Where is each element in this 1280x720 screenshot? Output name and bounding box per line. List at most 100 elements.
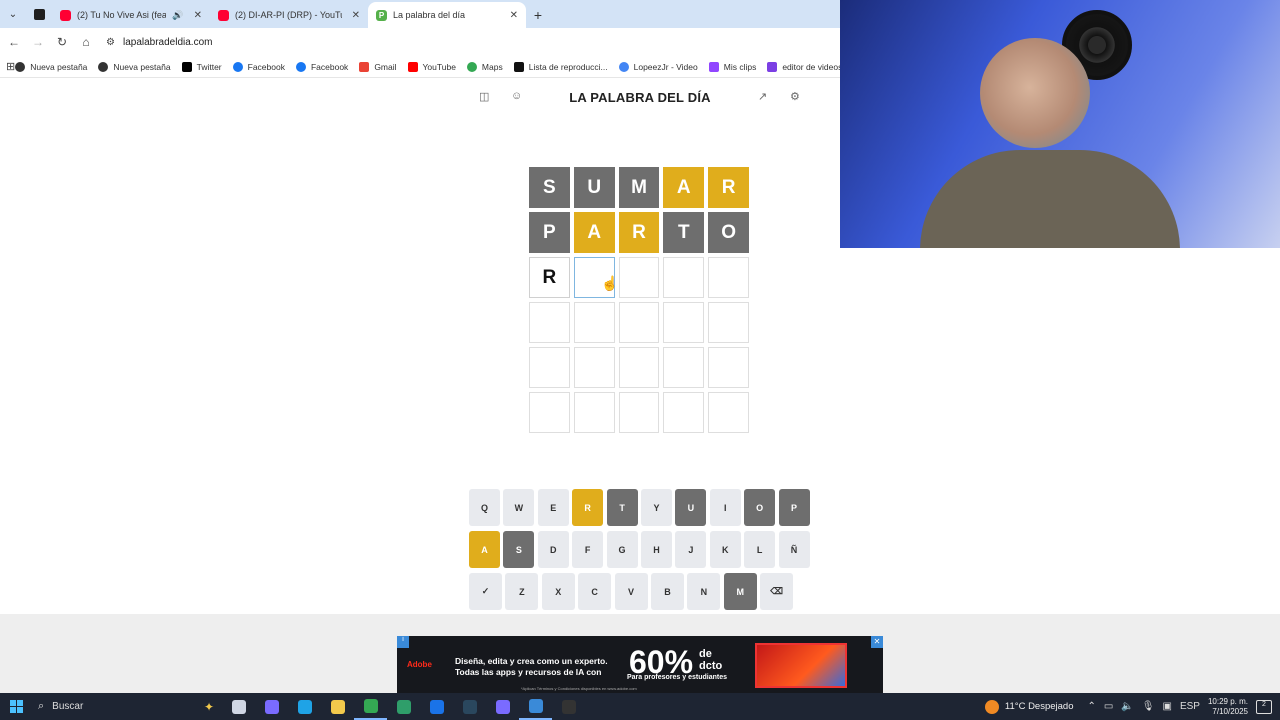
- board-tile[interactable]: M: [618, 167, 660, 208]
- board-tile[interactable]: A: [663, 167, 705, 208]
- board-tile[interactable]: [573, 347, 615, 388]
- board-tile[interactable]: T: [663, 212, 705, 253]
- bookmark-item[interactable]: YouTube: [407, 61, 456, 72]
- settings-icon[interactable]: ⚙: [790, 90, 800, 103]
- board-tile[interactable]: A: [573, 212, 615, 253]
- board-tile[interactable]: [663, 347, 705, 388]
- chrome-icon[interactable]: [354, 693, 387, 720]
- key-p[interactable]: P: [778, 489, 810, 526]
- backspace-key[interactable]: ⌫: [760, 573, 794, 610]
- board-tile[interactable]: [573, 302, 615, 343]
- copilot-icon[interactable]: [255, 693, 288, 720]
- start-button[interactable]: [0, 693, 32, 720]
- adobe-ad-banner[interactable]: i ✕ Adobe Diseña, edita y crea como un e…: [397, 636, 883, 693]
- bookmark-item[interactable]: Mis clips: [708, 61, 756, 72]
- bookmark-item[interactable]: Lista de reproducci...: [513, 61, 608, 72]
- key-k[interactable]: K: [709, 531, 741, 568]
- board-tile[interactable]: [573, 392, 615, 433]
- ad-close-icon[interactable]: ✕: [871, 636, 883, 648]
- steam-icon[interactable]: [453, 693, 486, 720]
- board-tile[interactable]: S: [529, 167, 570, 208]
- store-icon[interactable]: [387, 693, 420, 720]
- board-tile[interactable]: R: [708, 167, 749, 208]
- new-tab-button[interactable]: +: [526, 2, 550, 28]
- close-tab-icon[interactable]: ✕: [510, 10, 518, 21]
- bookmark-item[interactable]: Gmail: [359, 61, 397, 72]
- apps-grid-icon[interactable]: ⊞: [6, 60, 15, 73]
- board-tile[interactable]: [618, 347, 660, 388]
- close-tab-icon[interactable]: ✕: [352, 10, 360, 21]
- battery-icon[interactable]: ▭: [1104, 701, 1113, 712]
- board-tile[interactable]: [708, 302, 749, 343]
- key-l[interactable]: L: [744, 531, 776, 568]
- tab-search-icon[interactable]: ⌄: [0, 0, 26, 28]
- ad-info-icon[interactable]: i: [397, 636, 409, 648]
- board-tile[interactable]: [663, 392, 705, 433]
- key-t[interactable]: T: [606, 489, 638, 526]
- board-tile[interactable]: [708, 347, 749, 388]
- key-e[interactable]: E: [537, 489, 569, 526]
- key-y[interactable]: Y: [640, 489, 672, 526]
- taskbar-search[interactable]: ⌕ Buscar ✦: [32, 693, 222, 720]
- key-i[interactable]: I: [709, 489, 741, 526]
- microphone-icon[interactable]: 🎙: [1142, 701, 1155, 712]
- board-tile[interactable]: [618, 302, 660, 343]
- key-q[interactable]: Q: [469, 489, 500, 526]
- board-tile[interactable]: [529, 302, 570, 343]
- board-tile[interactable]: P: [529, 212, 570, 253]
- key-r[interactable]: R: [572, 489, 604, 526]
- volume-icon[interactable]: 🔈: [1121, 701, 1133, 712]
- board-tile[interactable]: O: [708, 212, 749, 253]
- key-c[interactable]: C: [578, 573, 612, 610]
- board-tile[interactable]: U: [573, 167, 615, 208]
- forward-button[interactable]: →: [26, 30, 50, 54]
- pinned-tab-icon[interactable]: [26, 0, 52, 28]
- bookmark-item[interactable]: Nueva pestaña: [98, 61, 171, 72]
- discord-icon[interactable]: [486, 693, 519, 720]
- bookmark-item[interactable]: Maps: [466, 61, 503, 72]
- notifications-icon[interactable]: 2: [1256, 699, 1272, 714]
- key-w[interactable]: W: [503, 489, 535, 526]
- file-explorer-icon[interactable]: [321, 693, 354, 720]
- key-o[interactable]: O: [744, 489, 776, 526]
- board-tile[interactable]: [708, 257, 749, 298]
- key-x[interactable]: X: [541, 573, 575, 610]
- site-info-icon[interactable]: ⚙: [106, 37, 115, 48]
- bookmark-item[interactable]: Facebook: [232, 61, 285, 72]
- home-button[interactable]: ⌂: [74, 30, 98, 54]
- key-n[interactable]: N: [687, 573, 721, 610]
- bookmark-item[interactable]: LopeezJr - Video: [618, 61, 698, 72]
- close-tab-icon[interactable]: ✕: [194, 10, 202, 21]
- back-button[interactable]: ←: [2, 30, 26, 54]
- key-b[interactable]: B: [650, 573, 684, 610]
- board-tile[interactable]: [529, 347, 570, 388]
- language-indicator[interactable]: ESP: [1180, 701, 1200, 712]
- key-ñ[interactable]: Ñ: [778, 531, 810, 568]
- key-z[interactable]: Z: [505, 573, 539, 610]
- key-v[interactable]: V: [614, 573, 648, 610]
- outlook-icon[interactable]: [420, 693, 453, 720]
- clock[interactable]: 10:29 p. m. 7/10/2025: [1208, 697, 1248, 717]
- board-tile[interactable]: [529, 392, 570, 433]
- key-s[interactable]: S: [503, 531, 535, 568]
- key-d[interactable]: D: [537, 531, 569, 568]
- bookmark-item[interactable]: Facebook: [295, 61, 348, 72]
- key-f[interactable]: F: [572, 531, 604, 568]
- tab-tu-no-vive-asi[interactable]: (2) Tu No Vive Asi (feat. Ma 🔊 ✕: [52, 2, 210, 28]
- network-icon[interactable]: ▣: [1163, 701, 1172, 712]
- key-a[interactable]: A: [469, 531, 500, 568]
- board-tile[interactable]: [618, 257, 660, 298]
- stats-icon[interactable]: ↗: [758, 90, 767, 103]
- key-m[interactable]: M: [723, 573, 757, 610]
- bookmark-item[interactable]: editor de videos onl: [767, 61, 840, 72]
- task-view-icon[interactable]: [222, 693, 255, 720]
- weather-widget[interactable]: 11°C Despejado: [984, 699, 1074, 714]
- board-tile[interactable]: [618, 392, 660, 433]
- bookmark-item[interactable]: Nueva pestaña: [15, 61, 87, 72]
- reload-button[interactable]: ↻: [50, 30, 74, 54]
- key-j[interactable]: J: [675, 531, 707, 568]
- board-tile[interactable]: [708, 392, 749, 433]
- chevron-up-icon[interactable]: ⌃: [1088, 701, 1096, 712]
- app-icon[interactable]: [519, 693, 552, 720]
- board-tile[interactable]: [663, 302, 705, 343]
